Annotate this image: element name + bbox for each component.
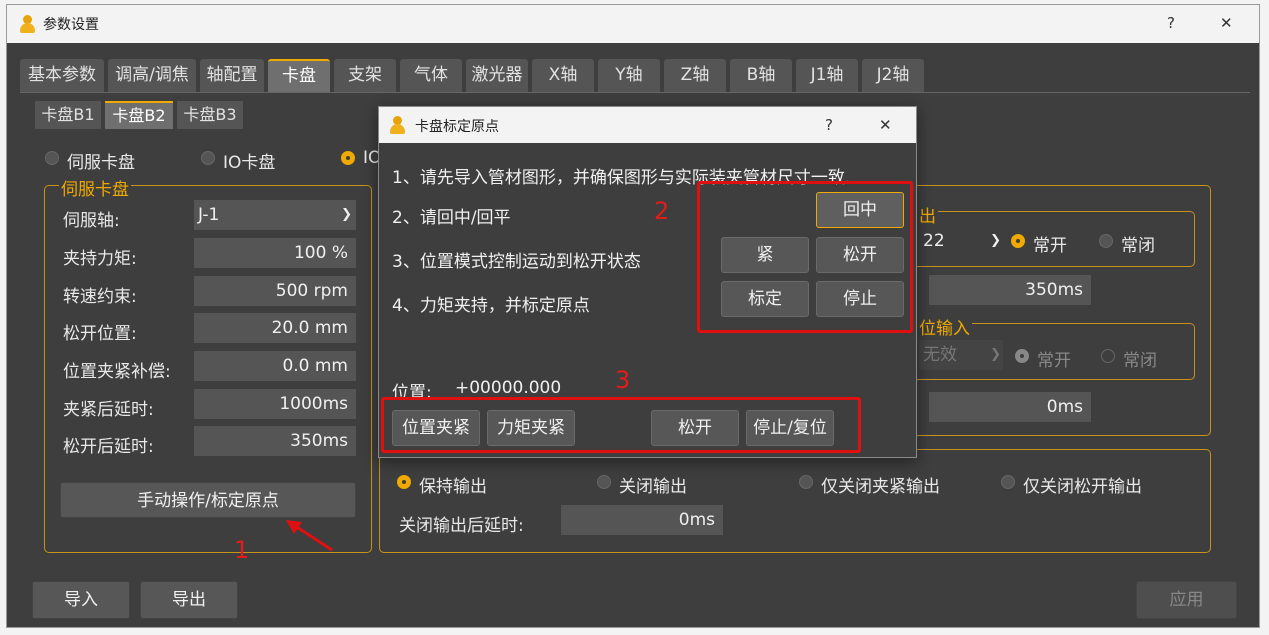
release-pos-field[interactable]: 20.0 mm (194, 313, 356, 343)
close-output-delay-label: 关闭输出后延时: (399, 516, 524, 536)
input-subgroup-title: 位输入 (917, 314, 972, 339)
dialog-help-button[interactable]: ? (825, 116, 833, 134)
radio-io2[interactable] (341, 151, 355, 165)
close-output-radio[interactable] (597, 475, 611, 489)
keep-output-radio[interactable] (397, 475, 411, 489)
tab-j1-axis[interactable]: J1轴 (796, 59, 858, 92)
release-delay-label: 松开后延时: (63, 437, 154, 457)
output-port-value: 22 (923, 231, 945, 251)
speed-limit-label: 转速约束: (63, 287, 137, 307)
output-mode-group (379, 449, 1211, 553)
step-3-text: 3、位置模式控制运动到松开状态 (392, 252, 641, 272)
tab-axis-config[interactable]: 轴配置 (200, 59, 264, 92)
output-no-radio[interactable] (1011, 234, 1025, 248)
io-delay-field-1[interactable]: 350ms (929, 275, 1091, 305)
tab-divider (20, 92, 1250, 93)
close-clamp-output-label: 仅关闭夹紧输出 (821, 477, 940, 497)
import-button[interactable]: 导入 (32, 581, 130, 619)
keep-output-label: 保持输出 (419, 477, 487, 497)
radio-io-label: IO卡盘 (223, 153, 276, 173)
clamp-comp-field[interactable]: 0.0 mm (194, 351, 356, 381)
close-release-output-radio[interactable] (1001, 475, 1015, 489)
annotation-number-1: 1 (234, 536, 250, 564)
annotation-arrow-icon (286, 520, 333, 552)
chevron-down-icon: ❯ (341, 207, 352, 222)
input-nc-radio[interactable] (1101, 349, 1115, 363)
title-bar: 参数设置 ? ✕ (7, 5, 1259, 43)
step-4-text: 4、力矩夹持，并标定原点 (392, 296, 590, 316)
app-icon (19, 14, 35, 34)
tab-basic[interactable]: 基本参数 (20, 59, 104, 92)
main-tabs: 基本参数 调高/调焦 轴配置 卡盘 支架 气体 激光器 X轴 Y轴 Z轴 B轴 … (20, 59, 940, 92)
chevron-down-icon: ❯ (990, 347, 1001, 362)
tab-gas[interactable]: 气体 (400, 59, 462, 92)
servo-axis-label: 伺服轴: (63, 211, 120, 231)
input-nc-label: 常闭 (1123, 351, 1157, 371)
tab-b-axis[interactable]: B轴 (730, 59, 792, 92)
tab-y-axis[interactable]: Y轴 (598, 59, 660, 92)
tab-z-axis[interactable]: Z轴 (664, 59, 726, 92)
close-output-delay-field[interactable]: 0ms (561, 505, 723, 535)
tab-x-axis[interactable]: X轴 (532, 59, 594, 92)
dialog-close-button[interactable]: ✕ (879, 116, 892, 134)
output-port-select[interactable]: 22 ❯ (919, 226, 1003, 256)
clamp-delay-field[interactable]: 1000ms (194, 389, 356, 419)
release-delay-field[interactable]: 350ms (194, 426, 356, 456)
tab-support[interactable]: 支架 (334, 59, 396, 92)
close-clamp-output-radio[interactable] (799, 475, 813, 489)
clamp-comp-label: 位置夹紧补偿: (63, 362, 171, 382)
close-output-label: 关闭输出 (619, 477, 687, 497)
input-no-radio[interactable] (1015, 349, 1029, 363)
subtab-b2[interactable]: 卡盘B2 (105, 101, 173, 129)
tab-height[interactable]: 调高/调焦 (108, 59, 196, 92)
servo-axis-value: J-1 (198, 205, 220, 225)
clamp-delay-label: 夹紧后延时: (63, 400, 154, 420)
servo-group-title: 伺服卡盘 (59, 175, 131, 200)
subtab-b1[interactable]: 卡盘B1 (35, 101, 101, 129)
torque-label: 夹持力矩: (63, 249, 137, 269)
torque-field[interactable]: 100 % (194, 238, 356, 268)
dialog-title-bar: 卡盘标定原点 ? ✕ (379, 107, 916, 143)
output-nc-radio[interactable] (1099, 234, 1113, 248)
radio-io[interactable] (201, 151, 215, 165)
input-no-label: 常开 (1037, 351, 1071, 371)
subtab-b3[interactable]: 卡盘B3 (177, 101, 243, 129)
export-button[interactable]: 导出 (140, 581, 238, 619)
annotation-number-2: 2 (654, 197, 670, 225)
io-delay-field-2[interactable]: 0ms (929, 392, 1091, 422)
output-no-label: 常开 (1033, 236, 1067, 256)
release-pos-label: 松开位置: (63, 324, 137, 344)
close-button[interactable]: ✕ (1220, 14, 1233, 32)
dialog-app-icon (389, 115, 405, 135)
speed-limit-field[interactable]: 500 rpm (194, 276, 356, 306)
servo-axis-select[interactable]: J-1 ❯ (194, 200, 356, 230)
chevron-down-icon: ❯ (990, 233, 1001, 248)
position-value: +00000.000 (455, 378, 562, 398)
window-title: 参数设置 (43, 17, 99, 33)
output-nc-label: 常闭 (1121, 236, 1155, 256)
annotation-box-3 (381, 397, 861, 453)
radio-servo[interactable] (45, 151, 59, 165)
input-port-value: 无效 (923, 345, 957, 365)
annotation-box-2 (697, 181, 913, 333)
close-release-output-label: 仅关闭松开输出 (1023, 477, 1142, 497)
tab-chuck[interactable]: 卡盘 (268, 59, 330, 92)
output-subgroup-title: 出 (917, 202, 938, 227)
help-button[interactable]: ? (1167, 14, 1175, 32)
dialog-title: 卡盘标定原点 (415, 119, 499, 135)
radio-servo-label: 伺服卡盘 (67, 153, 135, 173)
tab-j2-axis[interactable]: J2轴 (862, 59, 924, 92)
apply-button[interactable]: 应用 (1136, 581, 1237, 619)
input-port-select[interactable]: 无效 ❯ (919, 340, 1003, 370)
annotation-number-3: 3 (615, 366, 631, 394)
step-2-text: 2、请回中/回平 (392, 208, 511, 228)
tab-laser[interactable]: 激光器 (466, 59, 528, 92)
